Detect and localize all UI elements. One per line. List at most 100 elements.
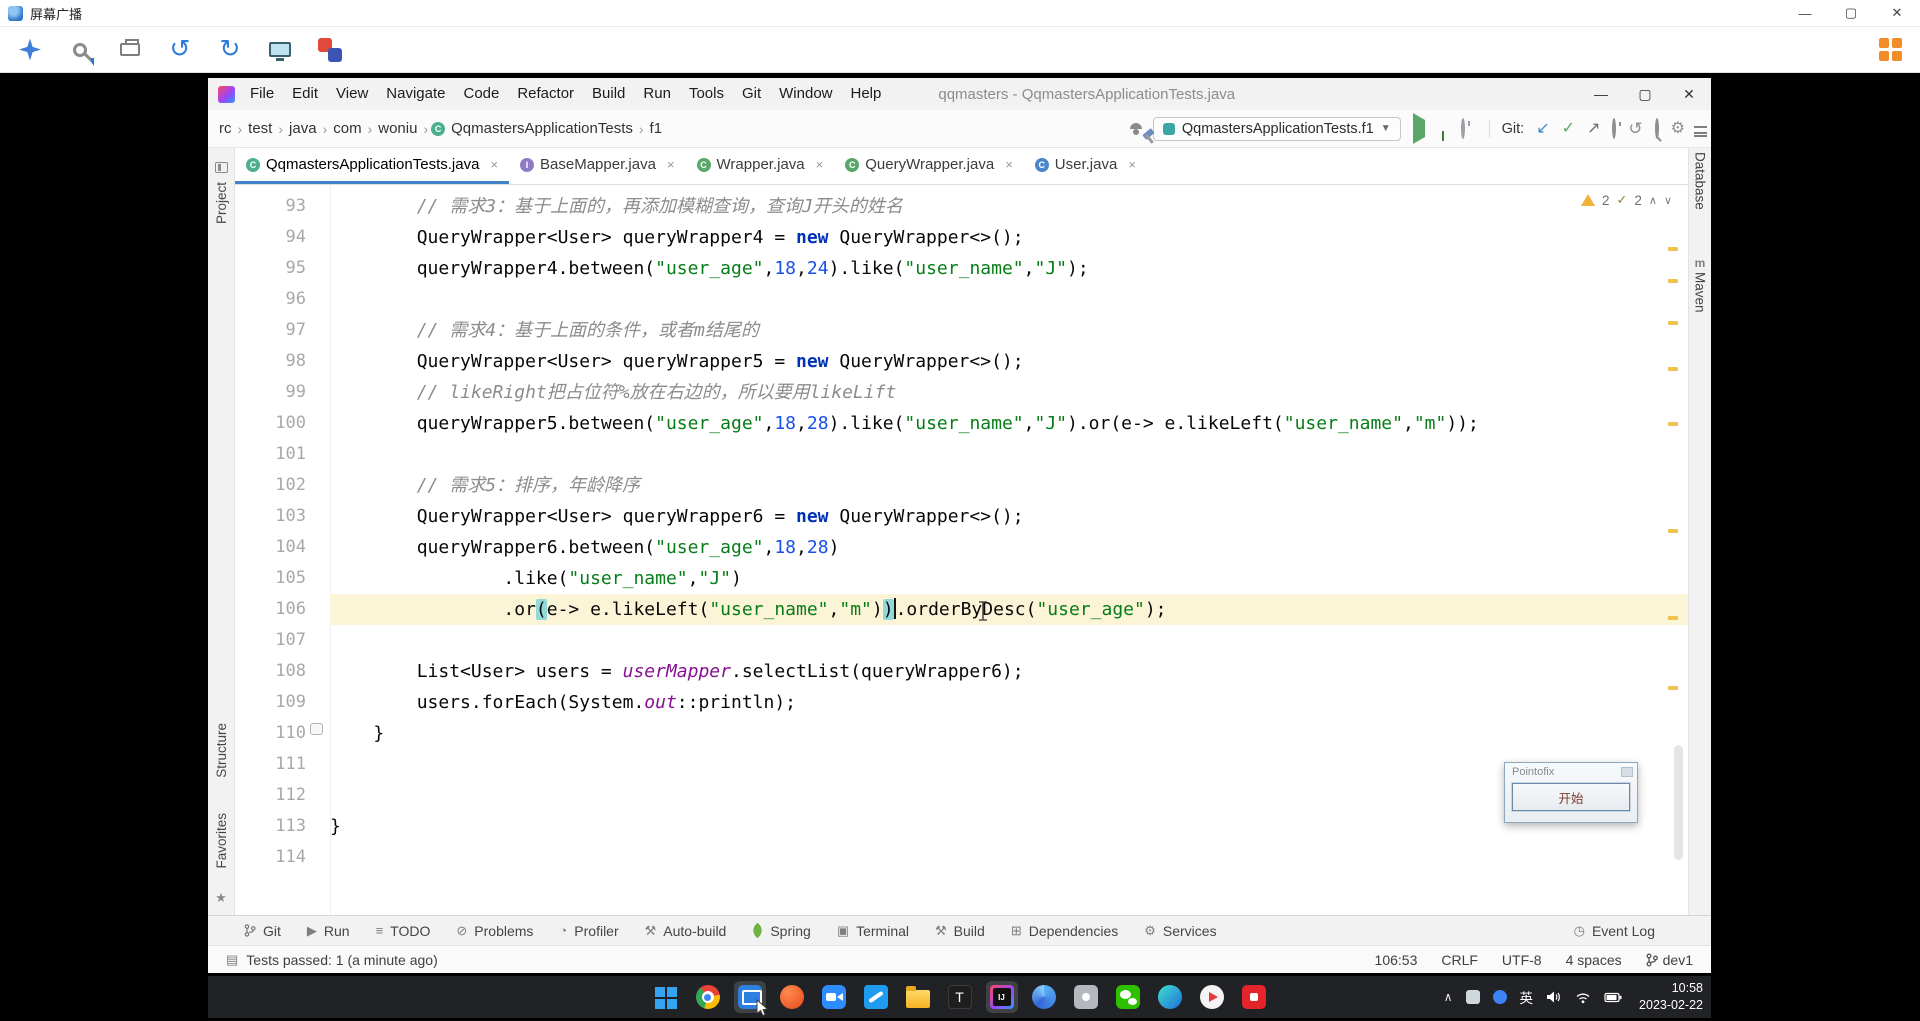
line-number[interactable]: 109 <box>235 687 330 718</box>
code-line[interactable]: 106 .or(e-> e.likeLeft("user_name","m"))… <box>235 594 1688 625</box>
breadcrumb-item[interactable]: woniu <box>375 119 420 138</box>
git-push-icon[interactable]: ↗ <box>1587 120 1600 137</box>
code-line[interactable]: 103 QueryWrapper<User> queryWrapper6 = n… <box>235 501 1688 532</box>
zoom-edit-icon[interactable] <box>62 32 98 68</box>
line-number[interactable]: 107 <box>235 625 330 656</box>
taskbar-icon-chrome[interactable] <box>692 981 724 1013</box>
line-number[interactable]: 112 <box>235 780 330 811</box>
menu-run[interactable]: Run <box>634 78 680 110</box>
line-ending[interactable]: CRLF <box>1441 952 1478 968</box>
maximize-button[interactable]: ▢ <box>1828 0 1874 27</box>
pointofix-start-button[interactable]: 开始 <box>1511 782 1631 812</box>
favorites-star-icon[interactable]: ★ <box>208 890 234 906</box>
speaker-icon[interactable] <box>1546 990 1562 1004</box>
code-line[interactable]: 110 } <box>235 718 1688 749</box>
line-number[interactable]: 104 <box>235 532 330 563</box>
menu-edit[interactable]: Edit <box>283 78 327 110</box>
line-number[interactable]: 102 <box>235 470 330 501</box>
git-branch-widget[interactable]: dev1 <box>1646 952 1693 968</box>
editor-tab[interactable]: C Wrapper.java × <box>686 148 835 184</box>
marker-icon[interactable] <box>312 32 348 68</box>
project-tool-icon[interactable] <box>208 162 234 173</box>
line-number[interactable]: 113 <box>235 811 330 842</box>
code-lines[interactable]: 93 // 需求3：基于上面的，再添加模糊查询，查询J开头的姓名 94 Query… <box>235 185 1688 915</box>
line-number[interactable]: 100 <box>235 408 330 439</box>
taskbar-icon-wechat[interactable] <box>1112 981 1144 1013</box>
warning-stripe-mark[interactable] <box>1668 321 1678 325</box>
taskbar-icon-vscode[interactable] <box>860 981 892 1013</box>
line-number[interactable]: 114 <box>235 842 330 873</box>
menu-help[interactable]: Help <box>842 78 891 110</box>
pointofix-minimize-icon[interactable] <box>1621 766 1633 777</box>
ide-close-button[interactable]: ✕ <box>1667 78 1711 110</box>
breadcrumb-item[interactable]: java <box>286 119 320 138</box>
pointofix-titlebar[interactable]: Pointofix <box>1505 763 1637 780</box>
line-number[interactable]: 96 <box>235 284 330 315</box>
line-number[interactable]: 108 <box>235 656 330 687</box>
line-number[interactable]: 95 <box>235 253 330 284</box>
line-number[interactable]: 99 <box>235 377 330 408</box>
tab-close-icon[interactable]: × <box>1128 157 1136 172</box>
battery-icon[interactable] <box>1604 992 1622 1003</box>
line-number[interactable]: 94 <box>235 222 330 253</box>
code-editor[interactable]: 93 // 需求3：基于上面的，再添加模糊查询，查询J开头的姓名 94 Query… <box>235 185 1688 915</box>
code-line[interactable]: 94 QueryWrapper<User> queryWrapper4 = ne… <box>235 222 1688 253</box>
gutter-marker-icon[interactable] <box>310 723 323 735</box>
code-line[interactable]: 108 List<User> users = userMapper.select… <box>235 656 1688 687</box>
taskbar-icon-file-explorer[interactable] <box>902 981 934 1013</box>
monitor-icon[interactable] <box>262 32 298 68</box>
taskbar-icon-app-orange[interactable] <box>776 981 808 1013</box>
editor-tab[interactable]: C QqmastersApplicationTests.java × <box>235 148 510 184</box>
sidebar-item-database[interactable]: Database <box>1689 152 1711 210</box>
code-line[interactable]: 109 users.forEach(System.out::println); <box>235 687 1688 718</box>
warning-stripe-mark[interactable] <box>1668 279 1678 283</box>
sidebar-item-favorites[interactable]: Favorites <box>208 813 234 869</box>
prev-issue-icon[interactable]: ∧ <box>1649 194 1657 207</box>
sidebar-item-maven[interactable]: Maven <box>1689 272 1711 313</box>
warning-stripe-mark[interactable] <box>1668 616 1678 620</box>
warning-stripe-mark[interactable] <box>1668 686 1678 690</box>
file-encoding[interactable]: UTF-8 <box>1502 952 1542 968</box>
search-icon[interactable] <box>1654 117 1659 139</box>
taskbar-icon-screen-broadcast[interactable] <box>733 981 769 1017</box>
tray-expand-icon[interactable]: ∧ <box>1444 990 1453 1004</box>
warning-stripe-mark[interactable] <box>1668 529 1678 533</box>
run-config-selector[interactable]: QqmastersApplicationTests.f1 ▼ <box>1152 116 1401 141</box>
taskbar-icon-edge[interactable] <box>1154 981 1186 1013</box>
settings-gear-icon[interactable]: ⚙ <box>1671 120 1685 137</box>
tool-button-services[interactable]: ⚙ Services <box>1144 923 1216 939</box>
breadcrumb-item[interactable]: rc <box>216 119 235 138</box>
tray-app-icon[interactable] <box>1465 990 1480 1004</box>
code-line[interactable]: 100 queryWrapper5.between("user_age",18,… <box>235 408 1688 439</box>
line-number[interactable]: 97 <box>235 315 330 346</box>
tab-close-icon[interactable]: × <box>490 157 498 172</box>
menu-build[interactable]: Build <box>583 78 634 110</box>
code-line[interactable]: 102 // 需求5：排序，年龄降序 <box>235 470 1688 501</box>
editor-tabs-menu-icon[interactable] <box>1689 126 1711 137</box>
warning-stripe-mark[interactable] <box>1668 422 1678 426</box>
inspections-widget[interactable]: 2 ✓ 2 ∧ ∨ <box>1580 192 1672 208</box>
tray-blue-icon[interactable] <box>1492 990 1507 1004</box>
network-icon[interactable] <box>1575 991 1591 1004</box>
editor-tab[interactable]: C User.java × <box>1024 148 1147 184</box>
menu-window[interactable]: Window <box>770 78 841 110</box>
breadcrumb-item[interactable]: test <box>245 119 275 138</box>
code-line[interactable]: 105 .like("user_name","J") <box>235 563 1688 594</box>
code-line[interactable]: 114 <box>235 842 1688 873</box>
tab-close-icon[interactable]: × <box>1005 157 1013 172</box>
sidebar-item-project[interactable]: Project <box>208 182 234 224</box>
git-update-icon[interactable]: ↙ <box>1536 120 1549 137</box>
warning-stripe-mark[interactable] <box>1668 247 1678 251</box>
line-number[interactable]: 111 <box>235 749 330 780</box>
caret-position[interactable]: 106:53 <box>1375 952 1418 968</box>
tab-close-icon[interactable]: × <box>667 157 675 172</box>
menu-navigate[interactable]: Navigate <box>377 78 454 110</box>
profiler-button[interactable] <box>1460 117 1465 139</box>
code-line[interactable]: 95 queryWrapper4.between("user_age",18,2… <box>235 253 1688 284</box>
menu-git[interactable]: Git <box>733 78 770 110</box>
tool-button-terminal[interactable]: ▣ Terminal <box>837 923 909 939</box>
line-number[interactable]: 103 <box>235 501 330 532</box>
tool-button-spring[interactable]: Spring <box>750 923 811 939</box>
taskbar-icon-tencent-meeting[interactable] <box>818 981 850 1013</box>
redo-icon[interactable]: ↻ <box>212 32 248 68</box>
